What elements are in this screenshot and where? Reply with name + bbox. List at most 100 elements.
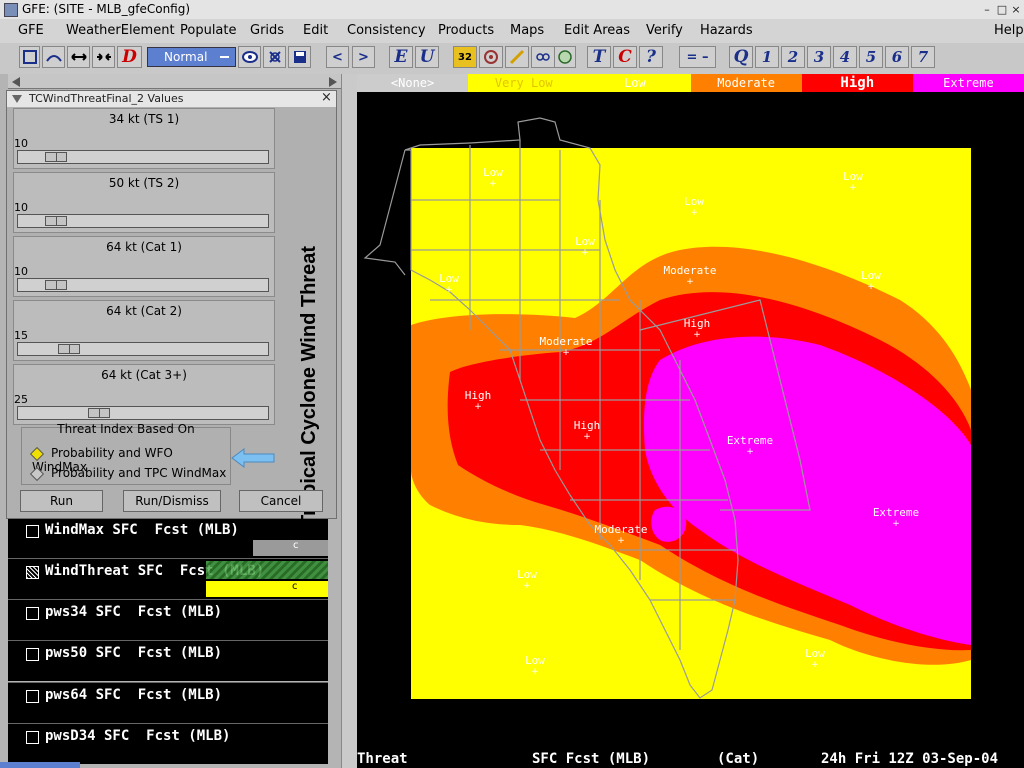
grid-checkbox[interactable] <box>26 525 39 538</box>
slider-thumb[interactable] <box>44 152 67 162</box>
grid-checkbox[interactable] <box>26 566 39 579</box>
num-button-5[interactable]: 5 <box>859 46 883 68</box>
help-button[interactable]: ? <box>639 46 663 68</box>
delta-tool-icon[interactable]: D <box>117 46 142 68</box>
pencil-tool-icon[interactable] <box>92 46 115 68</box>
grid-row-pwsd34[interactable]: pwsD34 SFC Fcst (MLB) <box>8 723 328 764</box>
point-edit-icon[interactable] <box>238 46 261 68</box>
target-icon[interactable] <box>479 46 503 68</box>
cancel-button[interactable]: Cancel <box>239 490 323 512</box>
u-button[interactable]: U <box>415 46 439 68</box>
grid-row-pws64[interactable]: pws64 SFC Fcst (MLB) <box>8 682 328 723</box>
map-threat-label: Low <box>843 170 863 183</box>
num-button-7[interactable]: 7 <box>911 46 935 68</box>
map-sample-cross: + <box>690 208 698 218</box>
num-button-1[interactable]: 1 <box>755 46 779 68</box>
globe-icon[interactable] <box>554 46 576 68</box>
move-copy-icon[interactable] <box>67 46 90 68</box>
sample-tool-icon[interactable] <box>19 46 40 68</box>
close-icon[interactable]: × <box>1009 3 1023 16</box>
time-scale-bar[interactable] <box>8 74 341 89</box>
menu-products[interactable]: Products <box>438 23 494 38</box>
grid-row-windthreat[interactable]: WindThreat SFC Fcst (MLB) c <box>8 558 328 599</box>
status-units: (Cat) <box>717 751 760 767</box>
slider-value: 15 <box>14 329 28 342</box>
menu-edit[interactable]: Edit <box>303 23 328 38</box>
grid-block[interactable]: c <box>253 540 328 556</box>
threat-map-svg[interactable]: Low+Low+Low+Low+Moderate+Low+Low+High+Mo… <box>357 92 1024 748</box>
menu-help[interactable]: Help <box>994 23 1024 38</box>
grid-selection-block[interactable] <box>206 561 328 579</box>
dialog-menu-icon[interactable] <box>12 95 22 103</box>
slider-track[interactable] <box>17 278 269 292</box>
minus-button[interactable]: = – <box>679 46 716 68</box>
run-button[interactable]: Run <box>20 490 103 512</box>
grid-checkbox[interactable] <box>26 648 39 661</box>
grid-checkbox[interactable] <box>26 607 39 620</box>
maximize-icon[interactable]: □ <box>995 3 1009 16</box>
e-button[interactable]: E <box>389 46 413 68</box>
legend-none[interactable]: <None> <box>357 74 469 92</box>
status-bar: Threat SFC Fcst (MLB) (Cat) 24h Fri 12Z … <box>357 748 1024 768</box>
menu-hazards[interactable]: Hazards <box>700 23 753 38</box>
radio-tpc-windmax[interactable]: Probability and TPC WindMax <box>29 466 226 481</box>
num-button-2[interactable]: 2 <box>781 46 805 68</box>
legend-very-low[interactable]: Very Low <box>468 74 580 92</box>
run-dismiss-button[interactable]: Run/Dismiss <box>123 490 221 512</box>
t-button[interactable]: T <box>587 46 611 68</box>
minimize-icon[interactable]: – <box>980 3 994 16</box>
scissors-icon[interactable] <box>531 46 555 68</box>
save-icon[interactable] <box>288 46 311 68</box>
num-button-3[interactable]: 3 <box>807 46 831 68</box>
slider-thumb[interactable] <box>44 216 67 226</box>
menu-verify[interactable]: Verify <box>646 23 683 38</box>
grid-block[interactable]: c <box>206 581 328 597</box>
map-threat-label: Low <box>684 195 704 208</box>
slider-track[interactable] <box>17 214 269 228</box>
grid-row-label: pws34 SFC Fcst (MLB) <box>45 604 223 620</box>
num-button-6[interactable]: 6 <box>885 46 909 68</box>
legend-low[interactable]: Low <box>579 74 691 92</box>
grid-row-pws50[interactable]: pws50 SFC Fcst (MLB) <box>8 640 328 681</box>
map-threat-label: Low <box>861 269 881 282</box>
vertical-scrollbar[interactable] <box>341 74 358 768</box>
map-sample-cross: + <box>617 536 625 546</box>
mode-dropdown[interactable]: Normal <box>147 47 236 67</box>
previous-button[interactable]: < <box>326 46 349 68</box>
select-points-icon[interactable] <box>263 46 286 68</box>
next-button[interactable]: > <box>352 46 375 68</box>
brush-icon[interactable] <box>505 46 529 68</box>
grid-row-windmax[interactable]: WindMax SFC Fcst (MLB) c <box>8 517 328 558</box>
slider-thumb[interactable] <box>44 280 67 290</box>
contour-tool-icon[interactable] <box>42 46 65 68</box>
dialog-close-icon[interactable]: × <box>321 90 332 105</box>
slider-track[interactable] <box>17 150 269 164</box>
slider-track[interactable] <box>17 342 269 356</box>
menu-maps[interactable]: Maps <box>510 23 544 38</box>
count-badge[interactable]: 32 <box>453 46 477 68</box>
legend-moderate[interactable]: Moderate <box>690 74 802 92</box>
legend-extreme[interactable]: Extreme <box>912 74 1024 92</box>
c-button[interactable]: C <box>613 46 637 68</box>
slider-track[interactable] <box>17 406 269 420</box>
menu-consistency[interactable]: Consistency <box>347 23 426 38</box>
map-sample-cross: + <box>892 519 900 529</box>
grid-row-label: pws64 SFC Fcst (MLB) <box>45 687 223 703</box>
slider-thumb[interactable] <box>88 408 111 418</box>
menu-populate[interactable]: Populate <box>180 23 237 38</box>
status-level: SFC Fcst (MLB) <box>532 751 651 767</box>
num-button-4[interactable]: 4 <box>833 46 857 68</box>
map-sample-cross: + <box>531 667 539 677</box>
map-sample-cross: + <box>867 282 875 292</box>
menu-gfe[interactable]: GFE <box>18 23 44 38</box>
legend-high[interactable]: High <box>801 74 913 92</box>
slider-thumb[interactable] <box>58 344 81 354</box>
grid-checkbox[interactable] <box>26 690 39 703</box>
spatial-editor-map[interactable]: Low + Low + Low + Low + Moderate + Low + Low + High + Mo… <box>357 92 1024 748</box>
q-button[interactable]: Q <box>729 46 753 68</box>
menu-edit-areas[interactable]: Edit Areas <box>564 23 630 38</box>
grid-checkbox[interactable] <box>26 731 39 744</box>
menu-grids[interactable]: Grids <box>250 23 284 38</box>
menu-weatherelement[interactable]: WeatherElement <box>66 23 175 38</box>
grid-row-pws34[interactable]: pws34 SFC Fcst (MLB) <box>8 599 328 640</box>
